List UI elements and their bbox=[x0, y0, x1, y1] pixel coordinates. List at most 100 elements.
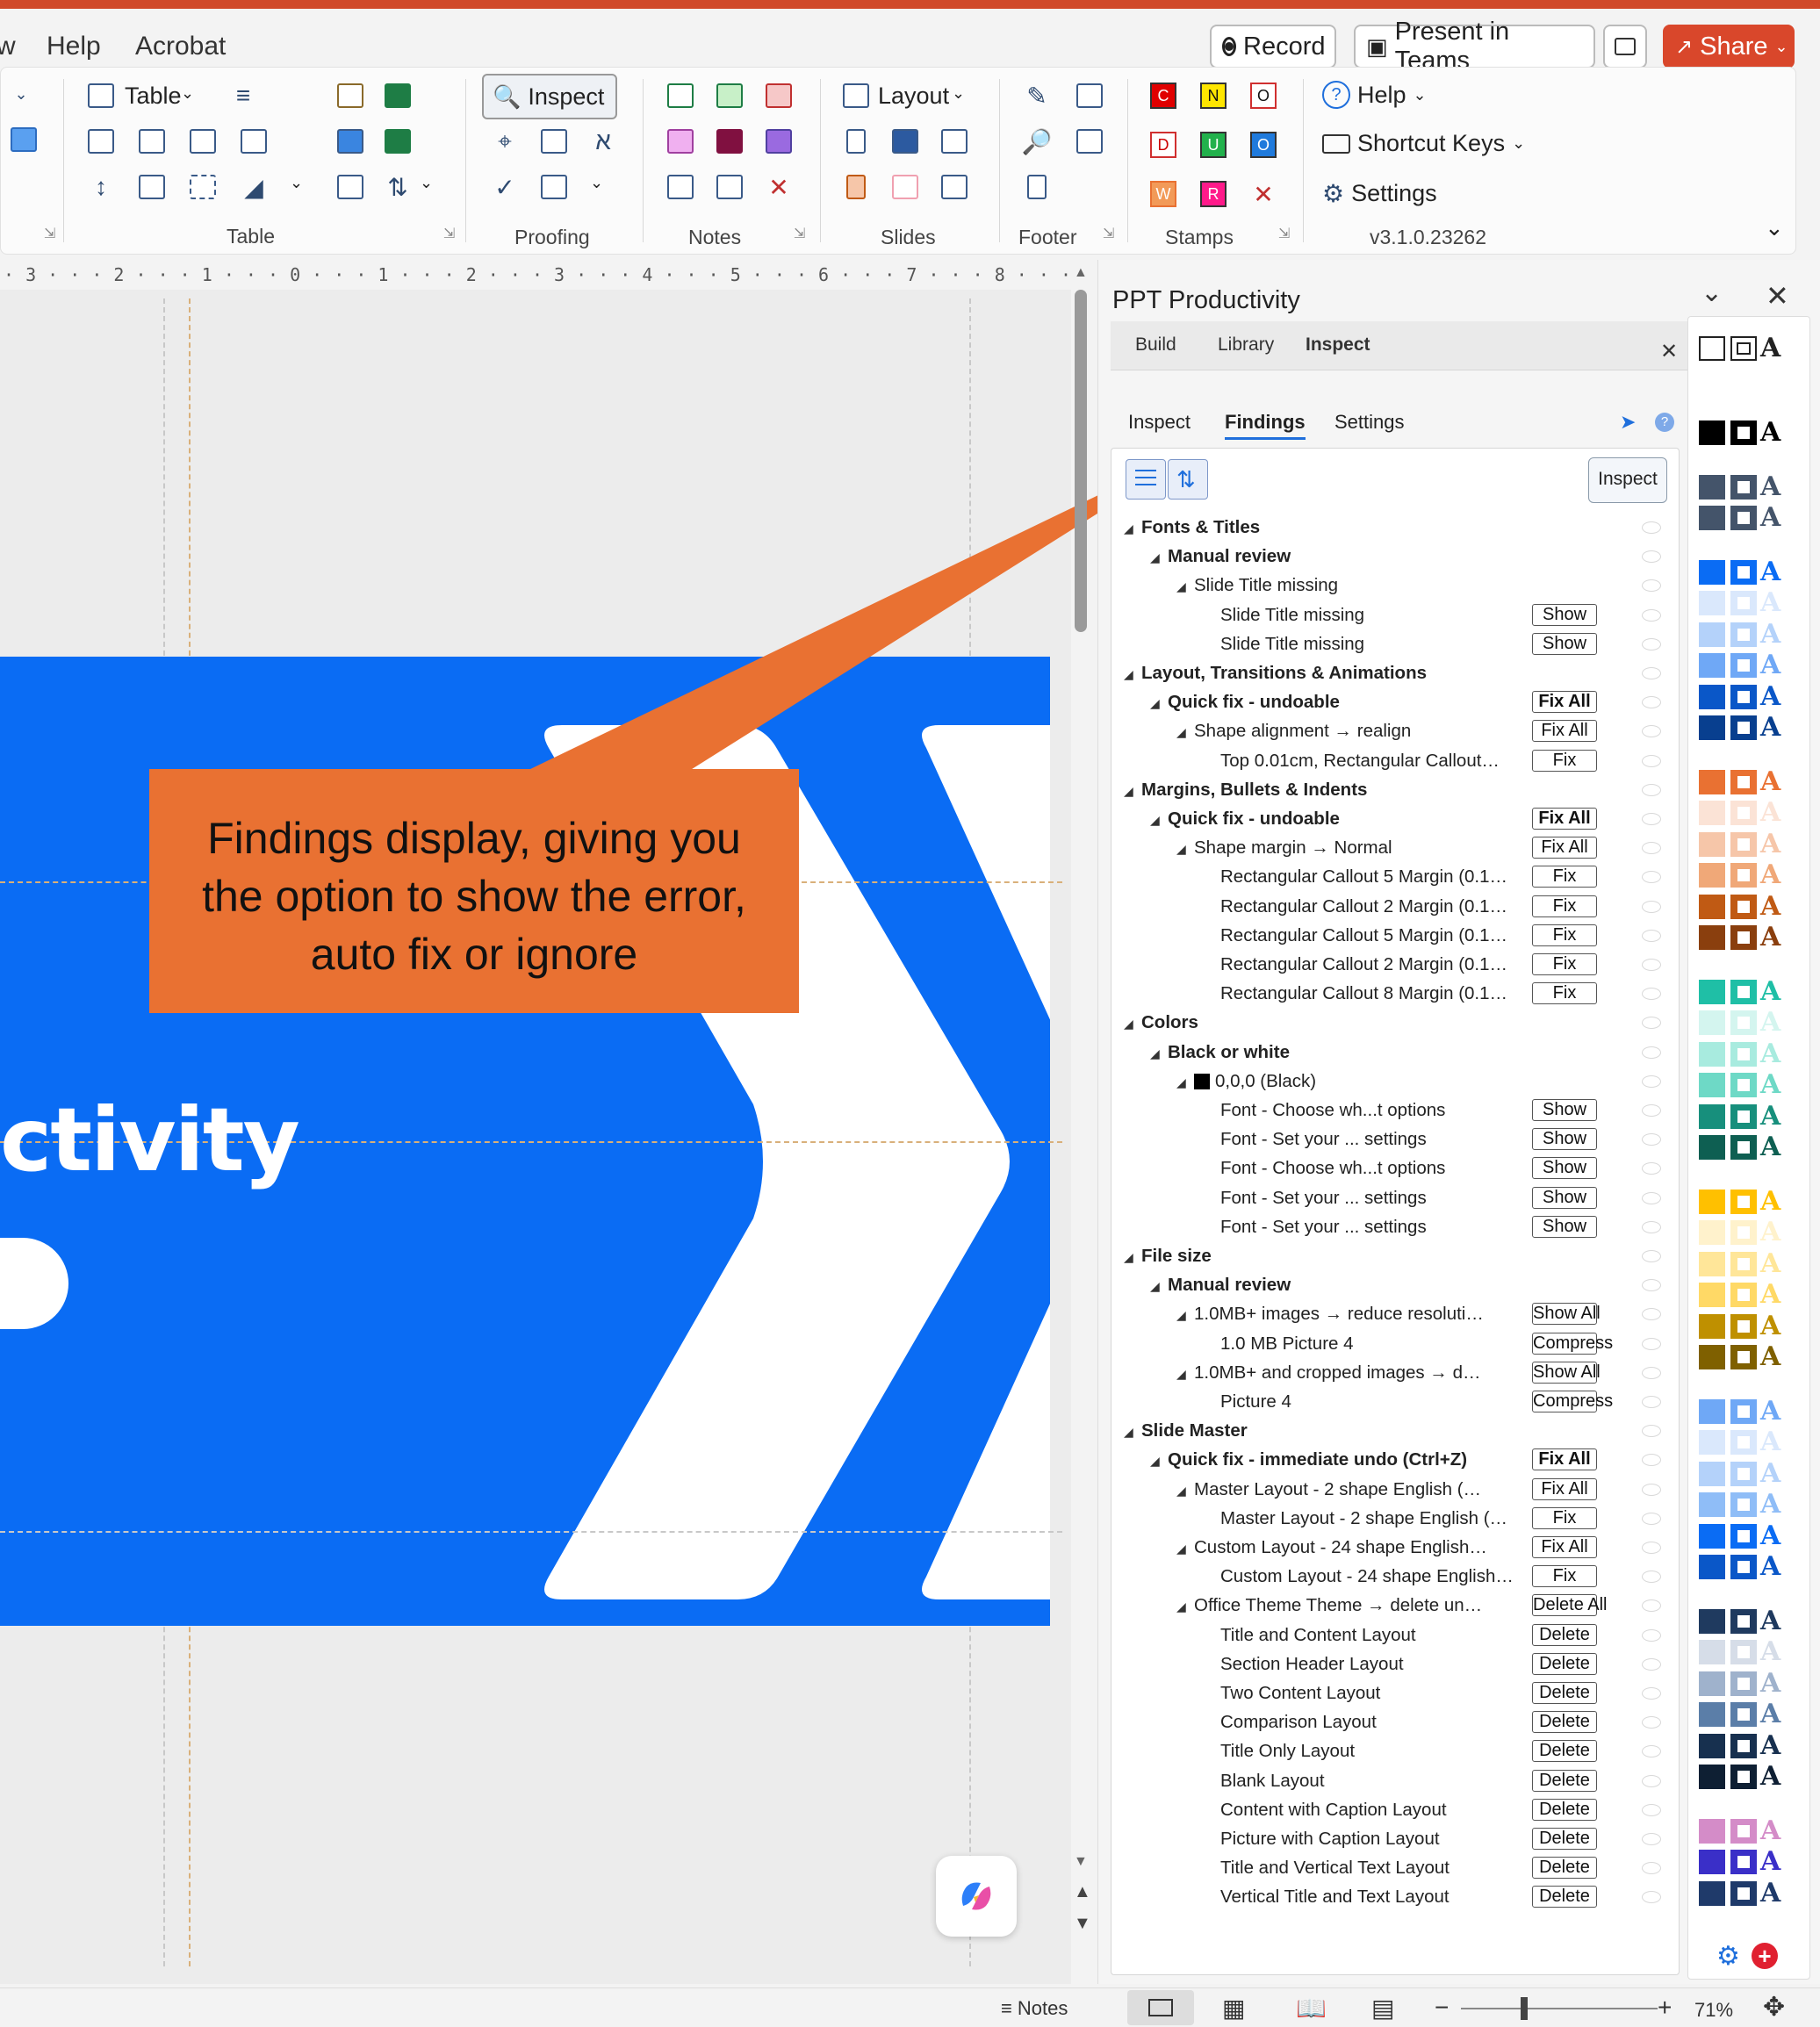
expand-triangle-icon[interactable]: ◢ bbox=[1176, 1480, 1186, 1501]
close-tab-icon[interactable]: ✕ bbox=[1660, 339, 1678, 364]
subtab-findings[interactable]: Findings bbox=[1225, 411, 1306, 440]
font-color-swatch[interactable]: A bbox=[1760, 1282, 1790, 1308]
fill-swatch[interactable] bbox=[1699, 1880, 1725, 1906]
chevron-down-icon[interactable]: ⌄ bbox=[952, 84, 965, 103]
finding-action-button[interactable]: Fix All bbox=[1532, 1536, 1597, 1558]
finding-action-button[interactable]: Show bbox=[1532, 1186, 1597, 1209]
outline-swatch[interactable] bbox=[1730, 769, 1757, 794]
footer-edit-icon[interactable] bbox=[1073, 79, 1106, 112]
outline-swatch[interactable] bbox=[1730, 1283, 1757, 1307]
finding-action-button[interactable]: Delete bbox=[1532, 1798, 1597, 1821]
reading-view-icon[interactable]: 📖 bbox=[1296, 1994, 1327, 2023]
finding-row[interactable]: Two Content Layout Delete bbox=[1111, 1682, 1679, 1704]
finding-row[interactable]: Font - Set your ... settings Show bbox=[1111, 1128, 1679, 1151]
merge-cells-icon[interactable] bbox=[186, 125, 219, 158]
finding-row[interactable]: ◢ File size bbox=[1111, 1246, 1679, 1267]
fill-swatch[interactable] bbox=[1699, 1671, 1725, 1696]
font-color-swatch[interactable]: A bbox=[1760, 1491, 1790, 1518]
finding-action-button[interactable]: Fix All bbox=[1532, 837, 1597, 859]
finding-action-button[interactable]: Fix bbox=[1532, 866, 1597, 888]
present-in-teams-button[interactable]: ▣ Present in Teams bbox=[1354, 18, 1595, 75]
ignore-eye-icon[interactable] bbox=[1642, 1425, 1661, 1438]
expand-triangle-icon[interactable]: ◢ bbox=[1176, 1538, 1186, 1559]
fill-swatch[interactable] bbox=[1699, 863, 1725, 888]
outline-swatch[interactable] bbox=[1730, 1313, 1757, 1339]
font-color-swatch[interactable]: A bbox=[1760, 1460, 1790, 1486]
font-color-swatch[interactable]: A bbox=[1760, 1849, 1790, 1875]
note-green-icon[interactable] bbox=[713, 79, 746, 112]
expand-triangle-icon[interactable]: ◢ bbox=[1176, 1072, 1186, 1093]
ignore-eye-icon[interactable] bbox=[1642, 1628, 1661, 1642]
ignore-eye-icon[interactable] bbox=[1642, 754, 1661, 767]
expand-triangle-icon[interactable]: ◢ bbox=[1150, 1276, 1160, 1297]
finding-action-button[interactable]: Fix All bbox=[1532, 1477, 1597, 1500]
share-button[interactable]: ↗ Share ⌄ bbox=[1663, 25, 1795, 68]
finding-action-button[interactable]: Fix bbox=[1532, 749, 1597, 772]
outline-swatch[interactable] bbox=[1730, 979, 1757, 1004]
ignore-eye-icon[interactable] bbox=[1642, 667, 1661, 679]
crop-icon[interactable]: ⌖ bbox=[488, 125, 522, 158]
font-color-swatch[interactable]: A bbox=[1760, 1522, 1790, 1549]
finding-row[interactable]: Vertical Title and Text Layout Delete bbox=[1111, 1886, 1679, 1908]
stamp-d[interactable]: D bbox=[1150, 132, 1176, 158]
font-color-swatch[interactable]: A bbox=[1760, 1607, 1790, 1634]
outline-swatch[interactable] bbox=[1730, 684, 1757, 709]
expand-triangle-icon[interactable]: ◢ bbox=[1150, 693, 1160, 714]
font-color-swatch[interactable]: A bbox=[1760, 1880, 1790, 1906]
expand-triangle-icon[interactable]: ◢ bbox=[1176, 1305, 1186, 1326]
scroll-thumb[interactable] bbox=[1075, 290, 1087, 632]
split-cells-icon[interactable] bbox=[237, 125, 270, 158]
ignore-eye-icon[interactable] bbox=[1642, 1191, 1661, 1204]
finding-row[interactable]: Rectangular Callout 5 Margin (0.1… Fix bbox=[1111, 866, 1679, 888]
collapse-all-button[interactable] bbox=[1126, 459, 1166, 500]
finding-action-button[interactable]: Delete bbox=[1532, 1886, 1597, 1908]
finding-action-button[interactable]: Delete bbox=[1532, 1682, 1597, 1704]
fill-swatch[interactable] bbox=[1699, 1398, 1725, 1424]
chevron-down-icon[interactable]: ⌄ bbox=[420, 174, 433, 192]
finding-action-button[interactable]: Delete bbox=[1532, 1623, 1597, 1646]
ignore-eye-icon[interactable] bbox=[1642, 842, 1661, 855]
table-dashed-icon[interactable] bbox=[186, 170, 219, 204]
outline-swatch[interactable] bbox=[1730, 1671, 1757, 1696]
expand-triangle-icon[interactable]: ◢ bbox=[1176, 1363, 1186, 1384]
expand-triangle-icon[interactable]: ◢ bbox=[1176, 838, 1186, 859]
expand-triangle-icon[interactable]: ◢ bbox=[1150, 1450, 1160, 1471]
fill-swatch[interactable] bbox=[1699, 1220, 1725, 1245]
ignore-eye-icon[interactable] bbox=[1642, 1599, 1661, 1613]
note-purple-icon[interactable] bbox=[762, 125, 795, 158]
note-dark-icon[interactable] bbox=[713, 125, 746, 158]
table-grid-icon[interactable] bbox=[135, 170, 169, 204]
stamp-c[interactable]: C bbox=[1150, 83, 1176, 109]
note-arrow-icon[interactable] bbox=[713, 170, 746, 204]
font-color-swatch[interactable]: A bbox=[1760, 1344, 1790, 1370]
font-color-swatch[interactable]: A bbox=[1760, 1103, 1790, 1129]
fill-swatch[interactable] bbox=[1699, 1283, 1725, 1307]
send-feedback-icon[interactable]: ➤ bbox=[1620, 411, 1636, 434]
ignore-eye-icon[interactable] bbox=[1642, 696, 1661, 709]
finding-row[interactable]: Title Only Layout Delete bbox=[1111, 1740, 1679, 1763]
finding-row[interactable]: ◢ 0,0,0 (Black) bbox=[1111, 1071, 1679, 1092]
finding-row[interactable]: Comparison Layout Delete bbox=[1111, 1711, 1679, 1734]
expand-triangle-icon[interactable]: ◢ bbox=[1150, 809, 1160, 830]
finding-row[interactable]: Top 0.01cm, Rectangular Callout… Fix bbox=[1111, 749, 1679, 772]
fill-swatch[interactable] bbox=[1699, 925, 1725, 950]
record-button[interactable]: Record bbox=[1210, 25, 1336, 68]
slide-doc-icon[interactable] bbox=[839, 125, 873, 158]
table-diagonal-icon[interactable]: ◢ bbox=[237, 170, 270, 204]
note-move-icon[interactable] bbox=[664, 170, 697, 204]
scroll-up-icon[interactable]: ▲ bbox=[1074, 265, 1088, 281]
ignore-eye-icon[interactable] bbox=[1642, 1483, 1661, 1496]
outline-swatch[interactable] bbox=[1730, 1555, 1757, 1579]
ignore-eye-icon[interactable] bbox=[1642, 1162, 1661, 1175]
finding-row[interactable]: Section Header Layout Delete bbox=[1111, 1652, 1679, 1675]
outline-swatch[interactable] bbox=[1730, 1492, 1757, 1517]
vertical-scrollbar[interactable]: ▲ ▼ ▲ ▼ bbox=[1073, 263, 1091, 1984]
fill-swatch[interactable] bbox=[1699, 591, 1725, 615]
finding-row[interactable]: Font - Set your ... settings Show bbox=[1111, 1186, 1679, 1209]
ignore-eye-icon[interactable] bbox=[1642, 1745, 1661, 1758]
ignore-eye-icon[interactable] bbox=[1642, 1454, 1661, 1467]
note-icon[interactable] bbox=[664, 79, 697, 112]
zoom-in-icon[interactable]: + bbox=[1658, 1994, 1672, 2022]
fill-swatch[interactable] bbox=[1699, 1640, 1725, 1664]
ignore-eye-icon[interactable] bbox=[1642, 1104, 1661, 1117]
